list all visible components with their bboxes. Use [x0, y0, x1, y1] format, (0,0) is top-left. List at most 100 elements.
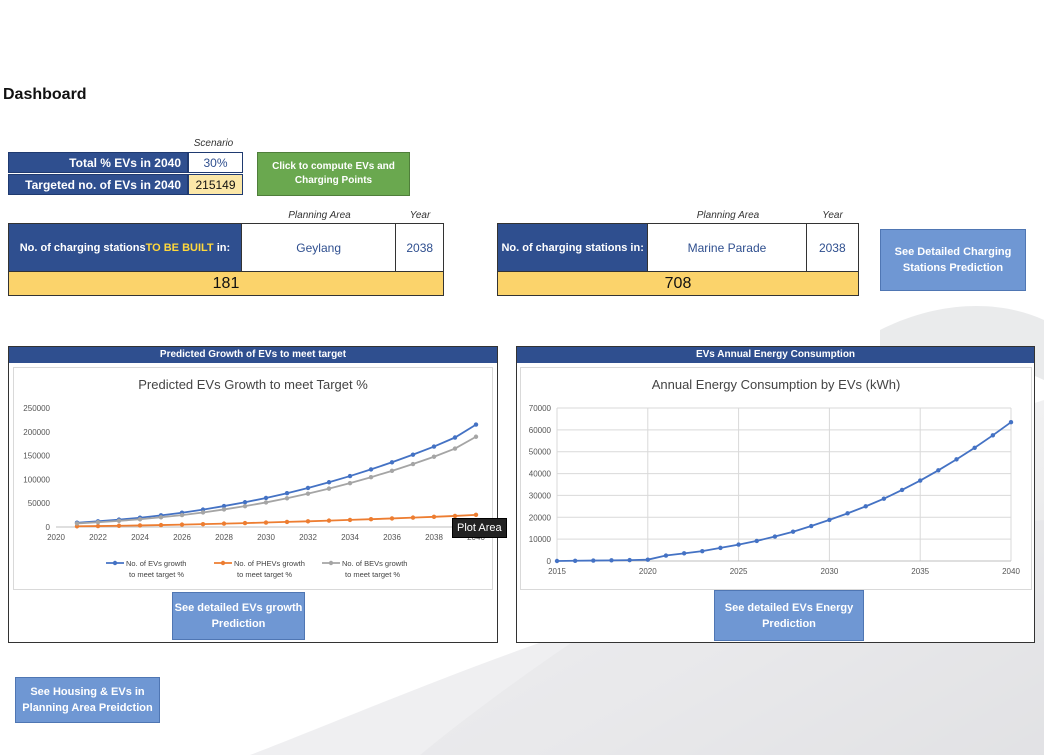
compute-button[interactable]: Click to compute EVs and Charging Points: [257, 152, 410, 196]
existing-area-select[interactable]: Marine Parade: [647, 224, 806, 271]
data-point: [221, 521, 227, 526]
data-point: [263, 495, 269, 501]
data-point: [347, 480, 353, 486]
data-point: [627, 557, 632, 563]
data-point: [158, 522, 164, 528]
data-point: [452, 435, 458, 440]
data-point: [863, 504, 868, 509]
build-area-select[interactable]: Geylang: [240, 224, 396, 271]
total-evs-row: Total % EVs in 2040 30%: [8, 151, 243, 173]
existing-year-select[interactable]: 2038: [805, 224, 858, 271]
data-point: [305, 519, 311, 524]
data-point: [473, 422, 479, 427]
y-tick-label: 70000: [529, 404, 552, 413]
energy-detail-button[interactable]: See detailed EVs Energy Prediction: [714, 590, 864, 641]
legend-label: No. of BEVs growth: [342, 559, 407, 568]
data-point: [116, 523, 122, 528]
data-point: [116, 518, 122, 524]
data-point: [473, 434, 479, 439]
build-year-select[interactable]: 2038: [395, 224, 443, 271]
data-point: [368, 516, 374, 522]
data-point: [389, 468, 395, 474]
legend-label: No. of PHEVs growth: [234, 559, 305, 568]
existing-stations-result: 708: [497, 272, 859, 296]
data-point: [809, 523, 814, 529]
data-point: [305, 491, 311, 496]
build-stations-result: 181: [8, 272, 444, 296]
legend-label-line2: to meet target %: [345, 570, 400, 579]
data-point: [410, 452, 416, 457]
x-tick-label: 2020: [639, 567, 657, 576]
targeted-evs-row: Targeted no. of EVs in 2040 215149: [8, 173, 243, 195]
x-tick-label: 2038: [425, 533, 443, 542]
data-point: [347, 473, 353, 479]
data-point: [326, 480, 332, 485]
x-tick-label: 2036: [383, 533, 401, 542]
x-tick-label: 2034: [341, 533, 359, 542]
data-point: [137, 517, 143, 522]
data-point: [347, 517, 353, 523]
data-point: [263, 520, 269, 525]
ev-growth-chart[interactable]: Predicted EVs Growth to meet Target % 05…: [13, 367, 493, 590]
data-point: [736, 542, 741, 547]
legend-swatch-dot: [112, 560, 118, 566]
ev-growth-detail-button[interactable]: See detailed EVs growth Prediction: [172, 592, 305, 640]
data-point: [591, 558, 596, 563]
energy-chart[interactable]: Annual Energy Consumption by EVs (kWh) 0…: [520, 367, 1032, 590]
housing-detail-button[interactable]: See Housing & EVs in Planning Area Preid…: [15, 677, 160, 723]
data-point: [473, 512, 479, 518]
x-tick-label: 2028: [215, 533, 233, 542]
y-tick-label: 40000: [529, 470, 552, 479]
data-point: [845, 511, 850, 516]
data-point: [74, 521, 80, 526]
series-line-2: [76, 435, 477, 525]
data-point: [242, 503, 248, 509]
series-line-0: [556, 421, 1012, 562]
data-point: [827, 517, 832, 523]
data-point: [645, 557, 650, 562]
energy-chart-svg: 0 10000 20000 30000 40000 50000 60000 70000 2015…: [529, 404, 1021, 576]
data-point: [1008, 420, 1014, 425]
data-point: [609, 558, 614, 563]
y-tick-label: 0: [547, 557, 552, 566]
data-point: [954, 457, 959, 462]
scenario-header: Scenario: [193, 138, 234, 149]
total-evs-input[interactable]: 30%: [188, 151, 243, 173]
build-year-header: Year: [409, 210, 431, 221]
data-point: [572, 558, 578, 563]
legend-label-line2: to meet target %: [237, 570, 292, 579]
data-point: [410, 515, 416, 520]
data-point: [754, 538, 759, 544]
data-point: [326, 518, 332, 523]
data-point: [179, 522, 185, 527]
data-point: [389, 516, 395, 521]
build-area-header: Planning Area: [288, 210, 351, 221]
charging-detail-button[interactable]: See Detailed Charging Stations Predictio…: [880, 229, 1026, 291]
existing-area-header: Planning Area: [696, 210, 760, 221]
data-point: [95, 520, 101, 525]
y-tick-label: 200000: [23, 428, 50, 437]
y-tick-label: 100000: [23, 475, 50, 484]
x-tick-label: 2035: [911, 567, 929, 576]
data-point: [772, 534, 778, 539]
data-point: [972, 445, 977, 450]
data-point: [389, 460, 395, 465]
x-tick-label: 2020: [47, 533, 65, 542]
data-point: [158, 515, 164, 520]
data-point: [263, 500, 269, 505]
y-tick-label: 20000: [529, 513, 552, 522]
data-point: [368, 467, 374, 472]
ev-growth-chart-svg: 0 50000 100000 150000 200000 250000 2020 2022 20…: [23, 404, 485, 579]
scenario-table: Total % EVs in 2040 30% Targeted no. of …: [8, 151, 243, 195]
data-point: [221, 507, 227, 512]
total-evs-label: Total % EVs in 2040: [8, 151, 188, 173]
targeted-evs-value: 215149: [188, 173, 243, 195]
build-label-suffix: in:: [213, 241, 231, 254]
y-tick-label: 60000: [529, 426, 552, 435]
existing-stations-label: No. of charging stations in:: [498, 224, 648, 271]
series-line-1: [76, 513, 477, 528]
x-tick-label: 2032: [299, 533, 317, 542]
y-tick-label: 10000: [529, 535, 552, 544]
x-tick-label: 2040: [1002, 567, 1020, 576]
data-point: [881, 496, 887, 501]
